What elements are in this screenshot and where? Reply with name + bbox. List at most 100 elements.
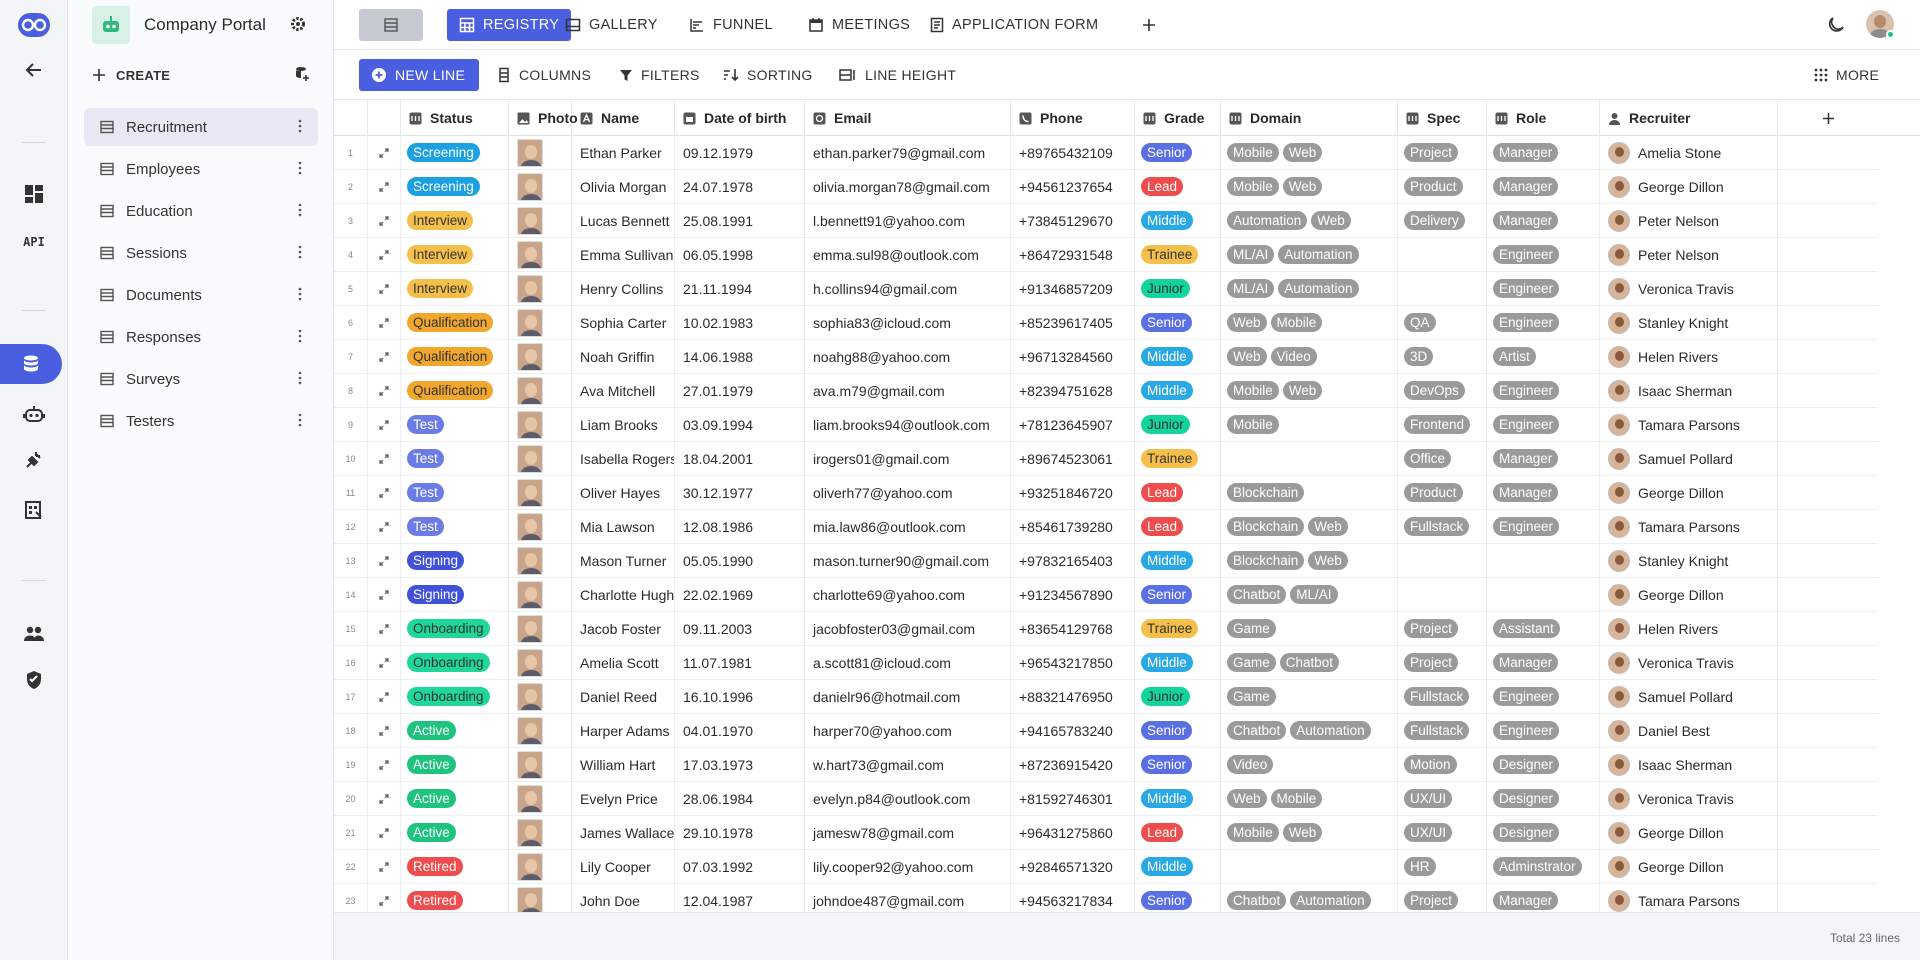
role-cell[interactable]: Engineer [1487, 272, 1600, 305]
email-cell[interactable]: lily.cooper92@yahoo.com [805, 850, 1011, 883]
date-of-birth-cell[interactable]: 18.04.2001 [675, 442, 805, 475]
phone-cell[interactable]: +94563217834 [1011, 884, 1135, 912]
role-cell[interactable] [1487, 544, 1600, 577]
expand-row-icon[interactable] [368, 136, 401, 169]
line-height-button[interactable]: LINE HEIGHT [839, 59, 956, 91]
photo-cell[interactable] [509, 136, 572, 169]
add-column-button[interactable] [1778, 100, 1878, 136]
status-cell[interactable]: Active [401, 748, 509, 781]
expand-row-icon[interactable] [368, 306, 401, 339]
phone-cell[interactable]: +88321476950 [1011, 680, 1135, 713]
expand-row-icon[interactable] [368, 850, 401, 883]
expand-row-icon[interactable] [368, 884, 401, 912]
sidebar-item-education[interactable]: Education [84, 192, 318, 230]
role-cell[interactable]: Artist [1487, 340, 1600, 373]
photo-cell[interactable] [509, 306, 572, 339]
photo-cell[interactable] [509, 204, 572, 237]
email-cell[interactable]: charlotte69@yahoo.com [805, 578, 1011, 611]
recruiter-cell[interactable]: Peter Nelson [1600, 204, 1778, 237]
tab-gallery[interactable]: GALLERY [553, 9, 670, 41]
table-row[interactable]: 1 Screening Ethan Parker 09.12.1979 ethan.pa… [334, 136, 1878, 170]
name-cell[interactable]: Mia Lawson [572, 510, 675, 543]
phone-cell[interactable]: +86472931548 [1011, 238, 1135, 271]
status-cell[interactable]: Onboarding [401, 612, 509, 645]
photo-cell[interactable] [509, 646, 572, 679]
photo-cell[interactable] [509, 816, 572, 849]
photo-cell[interactable] [509, 374, 572, 407]
recruiter-cell[interactable]: Tamara Parsons [1600, 510, 1778, 543]
email-cell[interactable]: mia.law86@outlook.com [805, 510, 1011, 543]
name-cell[interactable]: Oliver Hayes [572, 476, 675, 509]
photo-cell[interactable] [509, 476, 572, 509]
role-cell[interactable]: Manager [1487, 442, 1600, 475]
date-of-birth-cell[interactable]: 17.03.1973 [675, 748, 805, 781]
spec-cell[interactable] [1398, 578, 1487, 611]
more-vert-icon[interactable] [298, 161, 302, 178]
status-cell[interactable]: Active [401, 782, 509, 815]
date-of-birth-cell[interactable]: 10.02.1983 [675, 306, 805, 339]
table-row[interactable]: 12 Test Mia Lawson 12.08.1986 mia.law86@outl… [334, 510, 1878, 544]
table-row[interactable]: 22 Retired Lily Cooper 07.03.1992 lily.coope… [334, 850, 1878, 884]
table-row[interactable]: 4 Interview Emma Sullivan 06.05.1998 emma.su… [334, 238, 1878, 272]
filters-button[interactable]: FILTERS [619, 59, 700, 91]
role-cell[interactable]: Engineer [1487, 680, 1600, 713]
table-row[interactable]: 9 Test Liam Brooks 03.09.1994 liam.brooks94@… [334, 408, 1878, 442]
domain-cell[interactable]: Blockchain Web [1221, 510, 1398, 543]
role-cell[interactable]: Manager [1487, 136, 1600, 169]
domain-cell[interactable]: Mobile Web [1221, 136, 1398, 169]
expand-row-icon[interactable] [368, 476, 401, 509]
expand-row-icon[interactable] [368, 544, 401, 577]
column-header-domain[interactable]: Domain [1221, 100, 1398, 136]
spec-cell[interactable]: Product [1398, 476, 1487, 509]
date-of-birth-cell[interactable]: 27.01.1979 [675, 374, 805, 407]
more-vert-icon[interactable] [298, 287, 302, 304]
email-cell[interactable]: olivia.morgan78@gmail.com [805, 170, 1011, 203]
phone-cell[interactable]: +92846571320 [1011, 850, 1135, 883]
sidebar-item-documents[interactable]: Documents [84, 276, 318, 314]
back-arrow-icon[interactable] [0, 50, 68, 90]
reports-icon[interactable] [0, 490, 68, 530]
status-cell[interactable]: Qualification [401, 306, 509, 339]
grade-cell[interactable]: Middle [1135, 646, 1221, 679]
name-cell[interactable]: Isabella Rogers [572, 442, 675, 475]
status-cell[interactable]: Test [401, 510, 509, 543]
role-cell[interactable]: Manager [1487, 170, 1600, 203]
status-cell[interactable]: Interview [401, 238, 509, 271]
photo-cell[interactable] [509, 578, 572, 611]
photo-cell[interactable] [509, 748, 572, 781]
column-header-recruiter[interactable]: Recruiter [1600, 100, 1778, 136]
grade-cell[interactable]: Middle [1135, 850, 1221, 883]
grade-cell[interactable]: Senior [1135, 578, 1221, 611]
photo-cell[interactable] [509, 442, 572, 475]
expand-row-icon[interactable] [368, 510, 401, 543]
role-cell[interactable] [1487, 578, 1600, 611]
grade-cell[interactable]: Lead [1135, 510, 1221, 543]
recruiter-cell[interactable]: Stanley Knight [1600, 544, 1778, 577]
photo-cell[interactable] [509, 680, 572, 713]
status-cell[interactable]: Qualification [401, 340, 509, 373]
email-cell[interactable]: a.scott81@icloud.com [805, 646, 1011, 679]
role-cell[interactable]: Engineer [1487, 408, 1600, 441]
sidebar-item-testers[interactable]: Testers [84, 402, 318, 440]
status-cell[interactable]: Retired [401, 884, 509, 912]
table-row[interactable]: 21 Active James Wallace 29.10.1978 jamesw78@… [334, 816, 1878, 850]
domain-cell[interactable]: Video [1221, 748, 1398, 781]
tab-funnel[interactable]: FUNNEL [677, 9, 785, 41]
status-cell[interactable]: Retired [401, 850, 509, 883]
spec-cell[interactable]: Product [1398, 170, 1487, 203]
expand-row-icon[interactable] [368, 748, 401, 781]
spec-cell[interactable]: Project [1398, 136, 1487, 169]
table-row[interactable]: 23 Retired John Doe 12.04.1987 johndoe487@gm… [334, 884, 1878, 912]
more-vert-icon[interactable] [298, 245, 302, 262]
expand-row-icon[interactable] [368, 782, 401, 815]
domain-cell[interactable]: Mobile Web [1221, 374, 1398, 407]
recruiter-cell[interactable]: George Dillon [1600, 476, 1778, 509]
expand-row-icon[interactable] [368, 408, 401, 441]
dark-mode-icon[interactable] [1826, 15, 1846, 38]
domain-cell[interactable]: Blockchain [1221, 476, 1398, 509]
more-vert-icon[interactable] [298, 119, 302, 136]
phone-cell[interactable]: +81592746301 [1011, 782, 1135, 815]
domain-cell[interactable]: Web Mobile [1221, 306, 1398, 339]
status-cell[interactable]: Signing [401, 544, 509, 577]
name-cell[interactable]: Emma Sullivan [572, 238, 675, 271]
